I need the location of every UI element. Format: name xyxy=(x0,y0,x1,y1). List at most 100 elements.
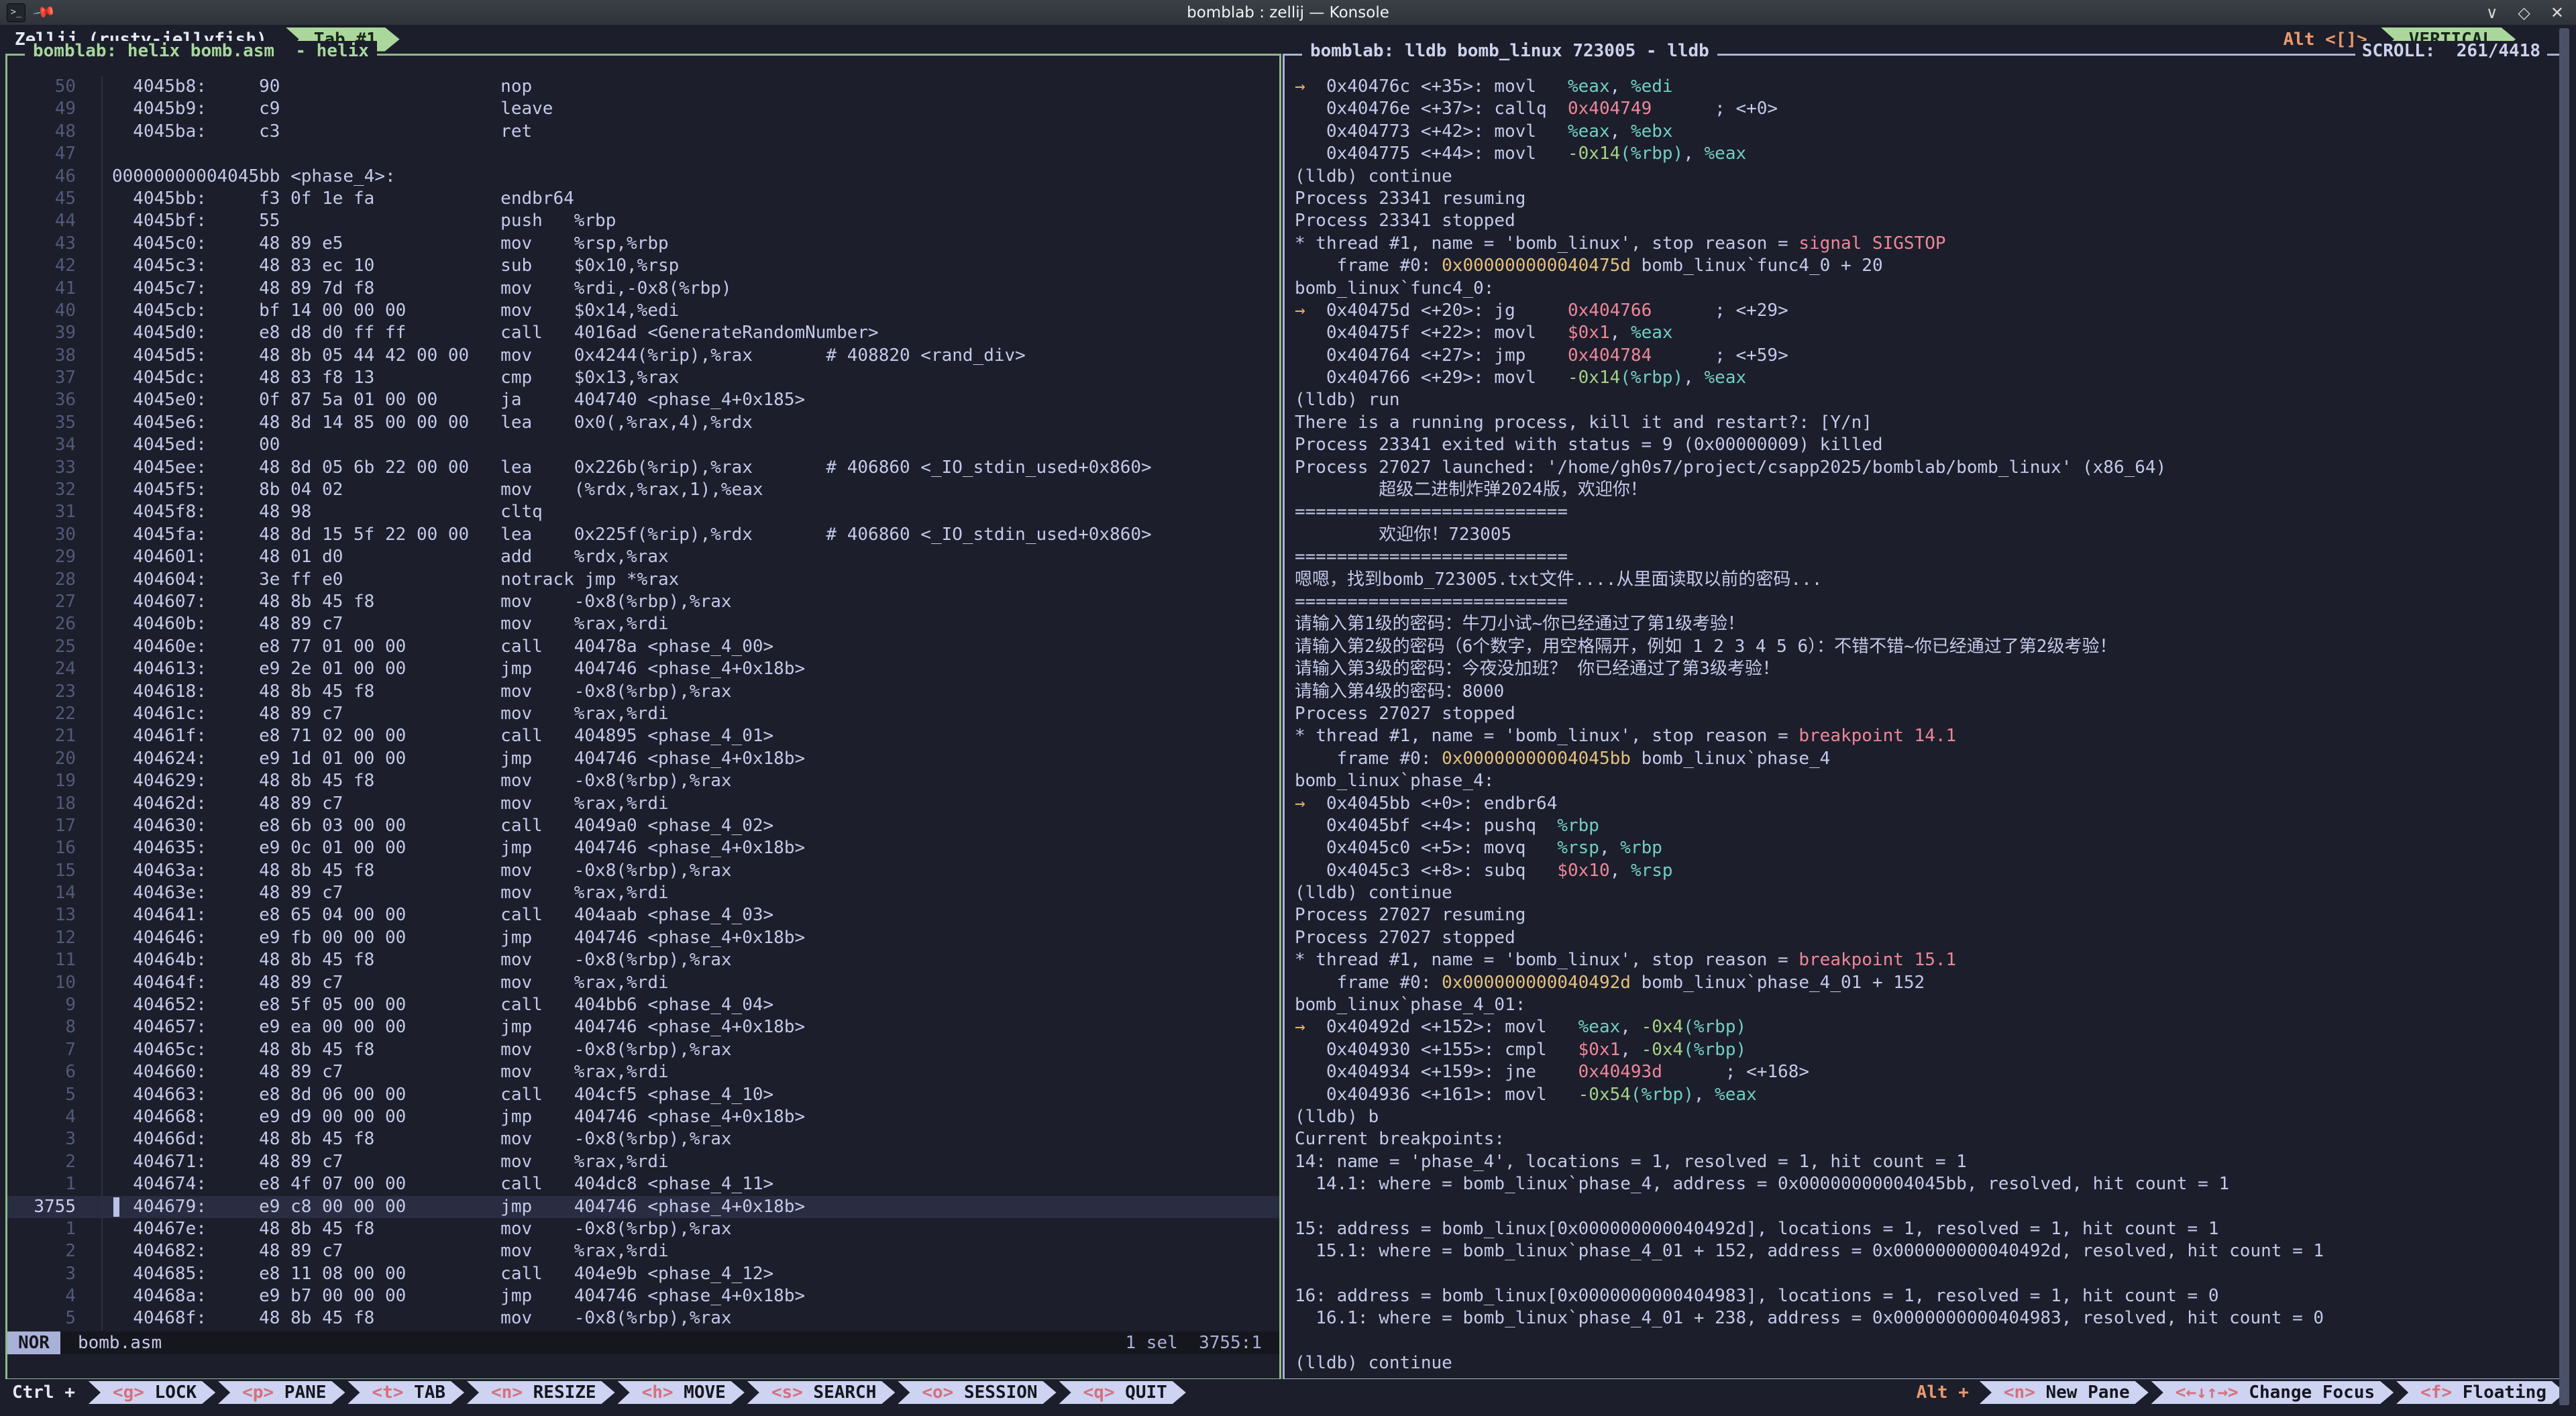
asm-line: 10 40464f: 48 89 c7 mov %rax,%rdi xyxy=(7,972,1279,994)
lldb-line: 请输入第2级的密码（6个数字，用空格隔开，例如 1 2 3 4 5 6）：不错不… xyxy=(1285,636,2559,658)
lldb-line: → 0x40476c <+35>: movl %eax, %edi xyxy=(1285,76,2559,98)
lldb-line: frame #0: 0x000000000040492d bomb_linux`… xyxy=(1285,972,2559,994)
hint-badge: <p> PANE xyxy=(218,1381,345,1404)
lldb-line: frame #0: 0x000000000040475d bomb_linux`… xyxy=(1285,255,2559,277)
lldb-line: 14.1: where = bomb_linux`phase_4, addres… xyxy=(1285,1173,2559,1195)
lldb-line: (lldb) b xyxy=(1285,1106,2559,1128)
window-title: bomblab : zellij — Konsole xyxy=(0,4,2576,21)
asm-line: 12 404646: e9 fb 00 00 00 jmp 404746 <ph… xyxy=(7,927,1279,949)
asm-line: 41 4045c7: 48 89 7d f8 mov %rdi,-0x8(%rb… xyxy=(7,278,1279,300)
konsole-app-icon: >_ xyxy=(7,3,25,22)
lldb-line: bomb_linux`phase_4_01: xyxy=(1285,994,2559,1016)
asm-line: 3 40466d: 48 8b 45 f8 mov -0x8(%rbp),%ra… xyxy=(7,1128,1279,1150)
asm-line: 25 40460e: e8 77 01 00 00 call 40478a <p… xyxy=(7,636,1279,658)
lldb-line: 0x4045c0 <+5>: movq %rsp, %rbp xyxy=(1285,837,2559,859)
titlebar-icons: >_ 📌 xyxy=(0,3,53,22)
minimize-button[interactable]: ∨ xyxy=(2486,3,2498,22)
lldb-lines: → 0x40476c <+35>: movl %eax, %edi 0x4047… xyxy=(1285,56,2559,1378)
hint-badge: <h> MOVE xyxy=(618,1381,745,1404)
asm-line: 26 40460b: 48 89 c7 mov %rax,%rdi xyxy=(7,613,1279,635)
lldb-line: ========================== xyxy=(1285,591,2559,613)
pin-icon: 📌 xyxy=(32,0,56,24)
lldb-line xyxy=(1285,1330,2559,1352)
asm-line: 1 40467e: 48 8b 45 f8 mov -0x8(%rbp),%ra… xyxy=(7,1218,1279,1240)
lldb-line: Process 23341 stopped xyxy=(1285,210,2559,232)
lldb-line: 欢迎你！723005 xyxy=(1285,524,2559,546)
asm-line: 27 404607: 48 8b 45 f8 mov -0x8(%rbp),%r… xyxy=(7,591,1279,613)
asm-line: 35 4045e6: 48 8d 14 85 00 00 00 lea 0x0(… xyxy=(7,412,1279,434)
asm-line: 3755 404679: e9 c8 00 00 00 jmp 404746 <… xyxy=(7,1196,1279,1218)
asm-line: 22 40461c: 48 89 c7 mov %rax,%rdi xyxy=(7,703,1279,725)
lldb-line: Process 27027 launched: '/home/gh0s7/pro… xyxy=(1285,457,2559,479)
lldb-line: Process 27027 resuming xyxy=(1285,904,2559,926)
lldb-pane[interactable]: bomblab: lldb bomb_linux 723005 - lldb S… xyxy=(1283,54,2561,1380)
asm-line: 24 404613: e9 2e 01 00 00 jmp 404746 <ph… xyxy=(7,658,1279,680)
lldb-line: ========================== xyxy=(1285,501,2559,523)
lldb-line: 0x4045c3 <+8>: subq $0x10, %rsp xyxy=(1285,860,2559,882)
asm-line: 21 40461f: e8 71 02 00 00 call 404895 <p… xyxy=(7,725,1279,747)
scrollbar-handle[interactable] xyxy=(2559,28,2569,1405)
lldb-line: (lldb) continue xyxy=(1285,882,2559,904)
zellij-tab-bar: Zellij (rusty-jellyfish) Tab #1 Alt <[]>… xyxy=(0,25,2576,54)
asm-line: 16 404635: e9 0c 01 00 00 jmp 404746 <ph… xyxy=(7,837,1279,859)
lldb-line: Current breakpoints: xyxy=(1285,1128,2559,1150)
lldb-line: → 0x4045bb <+0>: endbr64 xyxy=(1285,793,2559,815)
asm-line: 40 4045cb: bf 14 00 00 00 mov $0x14,%edi xyxy=(7,300,1279,322)
maximize-button[interactable]: ◇ xyxy=(2518,3,2530,22)
mode-indicator: NOR xyxy=(7,1331,60,1354)
lldb-line: 嗯嗯，找到bomb_723005.txt文件....从里面读取以前的密码... xyxy=(1285,569,2559,591)
lldb-line: (lldb) continue xyxy=(1285,1352,2559,1374)
asm-line: 4 404668: e9 d9 00 00 00 jmp 404746 <pha… xyxy=(7,1106,1279,1128)
asm-line: 7 40465c: 48 8b 45 f8 mov -0x8(%rbp),%ra… xyxy=(7,1039,1279,1061)
hint-badge: <o> SESSION xyxy=(898,1381,1056,1404)
lldb-line: Process 23341 resuming xyxy=(1285,188,2559,210)
lldb-line: 超级二进制炸弹2024版，欢迎你！ xyxy=(1285,479,2559,501)
lldb-line: bomb_linux`func4_0: xyxy=(1285,278,2559,300)
window-titlebar: >_ 📌 bomblab : zellij — Konsole ∨ ◇ ✕ xyxy=(0,0,2576,25)
lldb-line: 请输入第4级的密码：8000 xyxy=(1285,681,2559,703)
asm-line: 33 4045ee: 48 8d 05 6b 22 00 00 lea 0x22… xyxy=(7,457,1279,479)
asm-line: 5 404663: e8 8d 06 00 00 call 404cf5 <ph… xyxy=(7,1084,1279,1106)
alt-hints: <n> New Pane<←↓↑→> Change Focus<f> Float… xyxy=(1980,1381,2568,1404)
lldb-line: 14: name = 'phase_4', locations = 1, res… xyxy=(1285,1151,2559,1173)
asm-line: 15 40463a: 48 8b 45 f8 mov -0x8(%rbp),%r… xyxy=(7,860,1279,882)
hint-badge: <n> RESIZE xyxy=(467,1381,615,1404)
lldb-line: 0x404936 <+161>: movl -0x54(%rbp), %eax xyxy=(1285,1084,2559,1106)
asm-line: 4600000000004045bb <phase_4>: xyxy=(7,166,1279,188)
asm-line: 45 4045bb: f3 0f 1e fa endbr64 xyxy=(7,188,1279,210)
lldb-line: 0x404934 <+159>: jne 0x40493d ; <+168> xyxy=(1285,1061,2559,1083)
lldb-line: 15.1: where = bomb_linux`phase_4_01 + 15… xyxy=(1285,1240,2559,1262)
asm-line: 18 40462d: 48 89 c7 mov %rax,%rdi xyxy=(7,793,1279,815)
asm-line: 5 40468f: 48 8b 45 f8 mov -0x8(%rbp),%ra… xyxy=(7,1307,1279,1329)
helix-pane[interactable]: bomblab: helix bomb.asm - helix 50 4045b… xyxy=(5,54,1281,1380)
asm-line: 44 4045bf: 55 push %rbp xyxy=(7,210,1279,232)
lldb-line: 0x404773 <+42>: movl %eax, %ebx xyxy=(1285,121,2559,143)
asm-line: 1 404674: e8 4f 07 00 00 call 404dc8 <ph… xyxy=(7,1173,1279,1195)
lldb-line: 请输入第3级的密码：今夜没加班？ 你已经通过了第3级考验！ xyxy=(1285,658,2559,680)
konsole-scrollbar[interactable] xyxy=(2559,28,2569,1405)
asm-line: 37 4045dc: 48 83 f8 13 cmp $0x13,%rax xyxy=(7,367,1279,389)
zellij-hint-bar: Ctrl + <g> LOCK<p> PANE<t> TAB<n> RESIZE… xyxy=(0,1379,2576,1406)
lldb-line: (lldb) continue xyxy=(1285,166,2559,188)
asm-line: 48 4045ba: c3 ret xyxy=(7,121,1279,143)
asm-line: 43 4045c0: 48 89 e5 mov %rsp,%rbp xyxy=(7,233,1279,255)
hint-badge: <g> LOCK xyxy=(89,1381,215,1404)
asm-line: 42 4045c3: 48 83 ec 10 sub $0x10,%rsp xyxy=(7,255,1279,277)
asm-line: 13 404641: e8 65 04 00 00 call 404aab <p… xyxy=(7,904,1279,926)
asm-line: 39 4045d0: e8 d8 d0 ff ff call 4016ad <G… xyxy=(7,322,1279,344)
lldb-line: * thread #1, name = 'bomb_linux', stop r… xyxy=(1285,725,2559,747)
lldb-line xyxy=(1285,1196,2559,1218)
lldb-line: Process 23341 exited with status = 9 (0x… xyxy=(1285,434,2559,456)
asm-line: 47 xyxy=(7,143,1279,165)
lldb-line: Process 27027 stopped xyxy=(1285,703,2559,725)
asm-line: 2 404682: 48 89 c7 mov %rax,%rdi xyxy=(7,1240,1279,1262)
lldb-line: * thread #1, name = 'bomb_linux', stop r… xyxy=(1285,949,2559,971)
asm-line: 36 4045e0: 0f 87 5a 01 00 00 ja 404740 <… xyxy=(7,389,1279,411)
asm-line: 29 404601: 48 01 d0 add %rdx,%rax xyxy=(7,546,1279,568)
hint-badge: <f> Floating xyxy=(2396,1381,2565,1404)
close-button[interactable]: ✕ xyxy=(2551,3,2564,22)
lldb-line xyxy=(1285,1263,2559,1285)
lldb-line: 16.1: where = bomb_linux`phase_4_01 + 23… xyxy=(1285,1307,2559,1329)
cursor-position: 1 sel 3755:1 xyxy=(1126,1333,1263,1353)
lldb-line: Process 27027 stopped xyxy=(1285,927,2559,949)
